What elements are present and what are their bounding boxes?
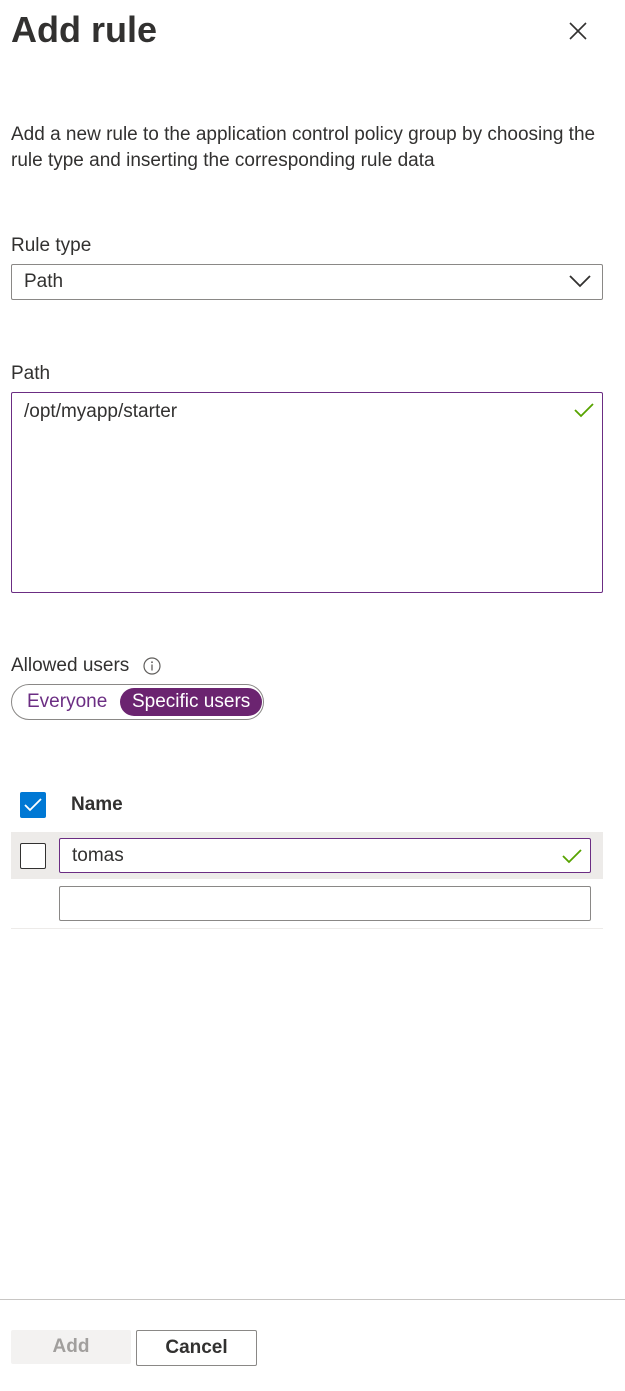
path-label: Path bbox=[11, 363, 51, 384]
rule-type-value: Path bbox=[24, 271, 64, 292]
checkmark-icon bbox=[574, 403, 594, 418]
toggle-option-specific-users[interactable]: Specific users bbox=[120, 688, 263, 716]
path-value: /opt/myapp/starter bbox=[24, 401, 178, 422]
allowed-users-label: Allowed users bbox=[11, 655, 130, 676]
close-icon bbox=[569, 22, 587, 40]
checkmark-icon bbox=[562, 849, 582, 864]
chevron-down-icon bbox=[569, 275, 591, 288]
close-button[interactable] bbox=[561, 14, 595, 48]
add-button[interactable]: Add bbox=[11, 1330, 131, 1364]
checkmark-icon bbox=[24, 798, 42, 812]
user-name-input[interactable]: tomas bbox=[59, 838, 591, 873]
allowed-users-toggle[interactable]: Everyone Specific users bbox=[11, 684, 264, 720]
select-all-checkbox[interactable] bbox=[20, 792, 46, 818]
info-icon[interactable] bbox=[143, 657, 161, 675]
row-checkbox[interactable] bbox=[20, 843, 46, 869]
rule-type-label: Rule type bbox=[11, 235, 92, 256]
panel-title: Add rule bbox=[11, 9, 158, 50]
rule-type-dropdown[interactable]: Path bbox=[11, 264, 603, 300]
footer-divider bbox=[0, 1299, 625, 1300]
user-name-value: tomas bbox=[72, 845, 124, 866]
cancel-button[interactable]: Cancel bbox=[136, 1330, 257, 1366]
row-divider bbox=[11, 928, 603, 929]
column-header-name: Name bbox=[71, 794, 123, 815]
new-user-name-input[interactable] bbox=[59, 886, 591, 921]
panel-description: Add a new rule to the application contro… bbox=[11, 124, 596, 171]
toggle-option-everyone[interactable]: Everyone bbox=[20, 688, 114, 716]
path-textarea[interactable]: /opt/myapp/starter bbox=[11, 392, 603, 593]
